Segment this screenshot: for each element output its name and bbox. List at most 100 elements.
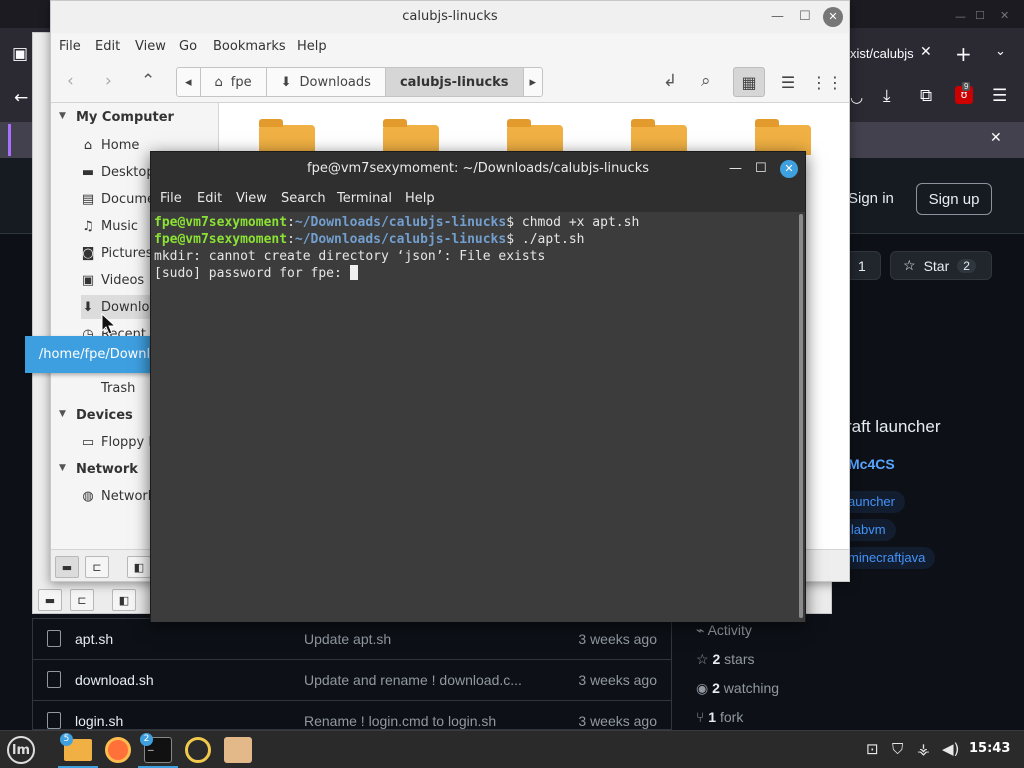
toggle-sidebar-button[interactable]: ◧ — [127, 556, 151, 578]
breadcrumb-fpe[interactable]: ⌂ fpe — [201, 68, 267, 96]
expander-icon[interactable]: ▼ — [59, 409, 66, 419]
close-icon[interactable]: ✕ — [780, 160, 798, 178]
file-name[interactable]: download.sh — [75, 672, 154, 688]
owner-link[interactable]: Mc4CS — [848, 456, 895, 472]
places-view-button[interactable]: ▬ — [55, 556, 79, 578]
table-row[interactable]: apt.sh Update apt.sh 3 weeks ago — [33, 618, 671, 659]
star-icon: ☆ — [696, 651, 709, 667]
extensions-icon[interactable]: ⧉ — [920, 86, 932, 106]
fork-count: 1 — [858, 257, 866, 274]
expander-icon[interactable]: ▼ — [59, 111, 66, 121]
notice-close-icon[interactable]: ✕ — [990, 130, 1002, 146]
notification-icon[interactable]: ⊡ — [866, 740, 879, 758]
sidebar-item-label: Trash — [101, 380, 136, 396]
volume-icon[interactable]: ◀) — [942, 740, 959, 758]
tab-overview-icon[interactable]: ▣ — [12, 44, 28, 64]
sign-in-link[interactable]: Sign in — [848, 190, 894, 207]
menu-edit[interactable]: Edit — [197, 191, 222, 206]
search-icon[interactable]: ⌕ — [701, 71, 711, 91]
downloads-icon[interactable]: ⤓ — [883, 86, 891, 106]
topic-tag-3[interactable]: minecraftjava — [838, 547, 936, 569]
taskbar-app[interactable] — [182, 734, 214, 766]
breadcrumb-downloads[interactable]: ⬇ Downloads — [267, 68, 386, 96]
up-icon[interactable]: ⌃ — [141, 71, 155, 91]
menu-hamburger-icon[interactable]: ☰ — [992, 86, 1007, 106]
menu-bookmarks[interactable]: Bookmarks — [213, 39, 286, 54]
toggle-location-icon[interactable]: ↲ — [663, 71, 677, 91]
table-row[interactable]: login.sh Rename ! login.cmd to login.sh … — [33, 700, 671, 729]
maximize-icon[interactable]: ☐ — [975, 9, 985, 22]
back-arrow-icon[interactable]: ← — [14, 88, 28, 108]
icon-view-button[interactable]: ▦ — [733, 67, 765, 97]
menu-button[interactable]: lm — [5, 734, 37, 766]
window-count-badge: 5 — [60, 733, 73, 746]
minimize-icon[interactable]: — — [955, 10, 966, 23]
file-name[interactable]: apt.sh — [75, 631, 113, 647]
forward-icon[interactable]: › — [105, 71, 112, 91]
taskbar-terminal[interactable]: _ 2 — [138, 733, 178, 768]
sidebar-heading-network: Network — [76, 462, 138, 477]
command-text: $ ./apt.sh — [506, 232, 585, 247]
new-tab-icon[interactable]: + — [955, 42, 972, 66]
commit-message[interactable]: Rename ! login.cmd to login.sh — [304, 713, 544, 729]
breadcrumb-calubjs-linucks[interactable]: calubjs-linucks — [385, 68, 524, 96]
menu-search[interactable]: Search — [281, 191, 326, 206]
scrollbar-thumb[interactable] — [799, 214, 803, 618]
file-icon — [47, 671, 61, 688]
menu-help[interactable]: Help — [297, 39, 327, 54]
maximize-icon[interactable]: ☐ — [755, 161, 767, 176]
stars-link[interactable]: ☆ 2 stars — [696, 651, 754, 668]
forks-link[interactable]: ⑂ 1 fork — [696, 709, 743, 725]
toggle-sidebar-button[interactable]: ◧ — [112, 589, 136, 611]
back-icon[interactable]: ‹ — [67, 71, 74, 91]
terminal-scrollbar[interactable] — [797, 212, 805, 622]
breadcrumb-left-arrow[interactable]: ◂ — [177, 68, 201, 96]
star-button[interactable]: ☆ Star 2 — [890, 251, 992, 280]
menu-edit[interactable]: Edit — [95, 39, 120, 54]
menu-help[interactable]: Help — [405, 191, 435, 206]
sidebar-item-label: Desktop — [101, 164, 155, 180]
tab-list-chevron-down-icon[interactable]: ⌄ — [995, 44, 1006, 59]
network-icon[interactable]: ⚶ — [917, 740, 930, 758]
browser-tab-title[interactable]: xist/calubjs — [850, 46, 914, 61]
terminal-line: fpe@vm7sexymoment:~/Downloads/calubjs-li… — [154, 232, 585, 247]
close-window-icon[interactable]: ✕ — [1000, 9, 1009, 22]
tree-view-button[interactable]: ⊏ — [70, 589, 94, 611]
menu-file[interactable]: File — [59, 39, 81, 54]
compact-view-button[interactable]: ⋮⋮ — [811, 67, 843, 97]
terminal-output[interactable]: fpe@vm7sexymoment:~/Downloads/calubjs-li… — [151, 212, 797, 622]
menu-file[interactable]: File — [160, 191, 182, 206]
menu-terminal[interactable]: Terminal — [337, 191, 392, 206]
breadcrumb-right-arrow[interactable]: ▸ — [524, 68, 543, 96]
close-icon[interactable]: ✕ — [823, 7, 843, 27]
tree-view-button[interactable]: ⊏ — [85, 556, 109, 578]
taskbar-archive[interactable] — [222, 734, 254, 766]
table-row[interactable]: download.sh Update and rename ! download… — [33, 659, 671, 700]
maximize-icon[interactable]: ☐ — [799, 9, 811, 24]
menu-view[interactable]: View — [135, 39, 166, 54]
menu-go[interactable]: Go — [179, 39, 197, 54]
star-count: 2 — [957, 258, 976, 273]
clock[interactable]: 15:43 — [969, 741, 1010, 756]
window-count-badge: 2 — [140, 733, 153, 746]
commit-message[interactable]: Update apt.sh — [304, 631, 544, 647]
file-list-table: apt.sh Update apt.sh 3 weeks ago downloa… — [32, 618, 672, 730]
shield-icon[interactable]: ⛉ — [892, 740, 903, 758]
minimize-icon[interactable]: — — [729, 161, 742, 176]
expander-icon[interactable]: ▼ — [59, 463, 66, 473]
menu-view[interactable]: View — [236, 191, 267, 206]
taskbar-files[interactable]: 5 — [58, 733, 98, 768]
activity-link[interactable]: ⌁ Activity — [696, 622, 752, 639]
app-icon — [185, 737, 211, 763]
pocket-icon[interactable]: ◡ — [850, 88, 863, 106]
taskbar-firefox[interactable] — [102, 734, 134, 766]
minimize-icon[interactable]: — — [771, 9, 784, 24]
list-view-button[interactable]: ☰ — [772, 67, 804, 97]
sign-up-button[interactable]: Sign up — [916, 183, 992, 215]
places-view-button[interactable]: ▬ — [38, 589, 62, 611]
firefox-icon — [105, 737, 131, 763]
watching-link[interactable]: ◉ 2 watching — [696, 680, 779, 697]
close-tab-icon[interactable]: ✕ — [920, 44, 932, 60]
file-name[interactable]: login.sh — [75, 713, 123, 729]
commit-message[interactable]: Update and rename ! download.c... — [304, 672, 544, 688]
